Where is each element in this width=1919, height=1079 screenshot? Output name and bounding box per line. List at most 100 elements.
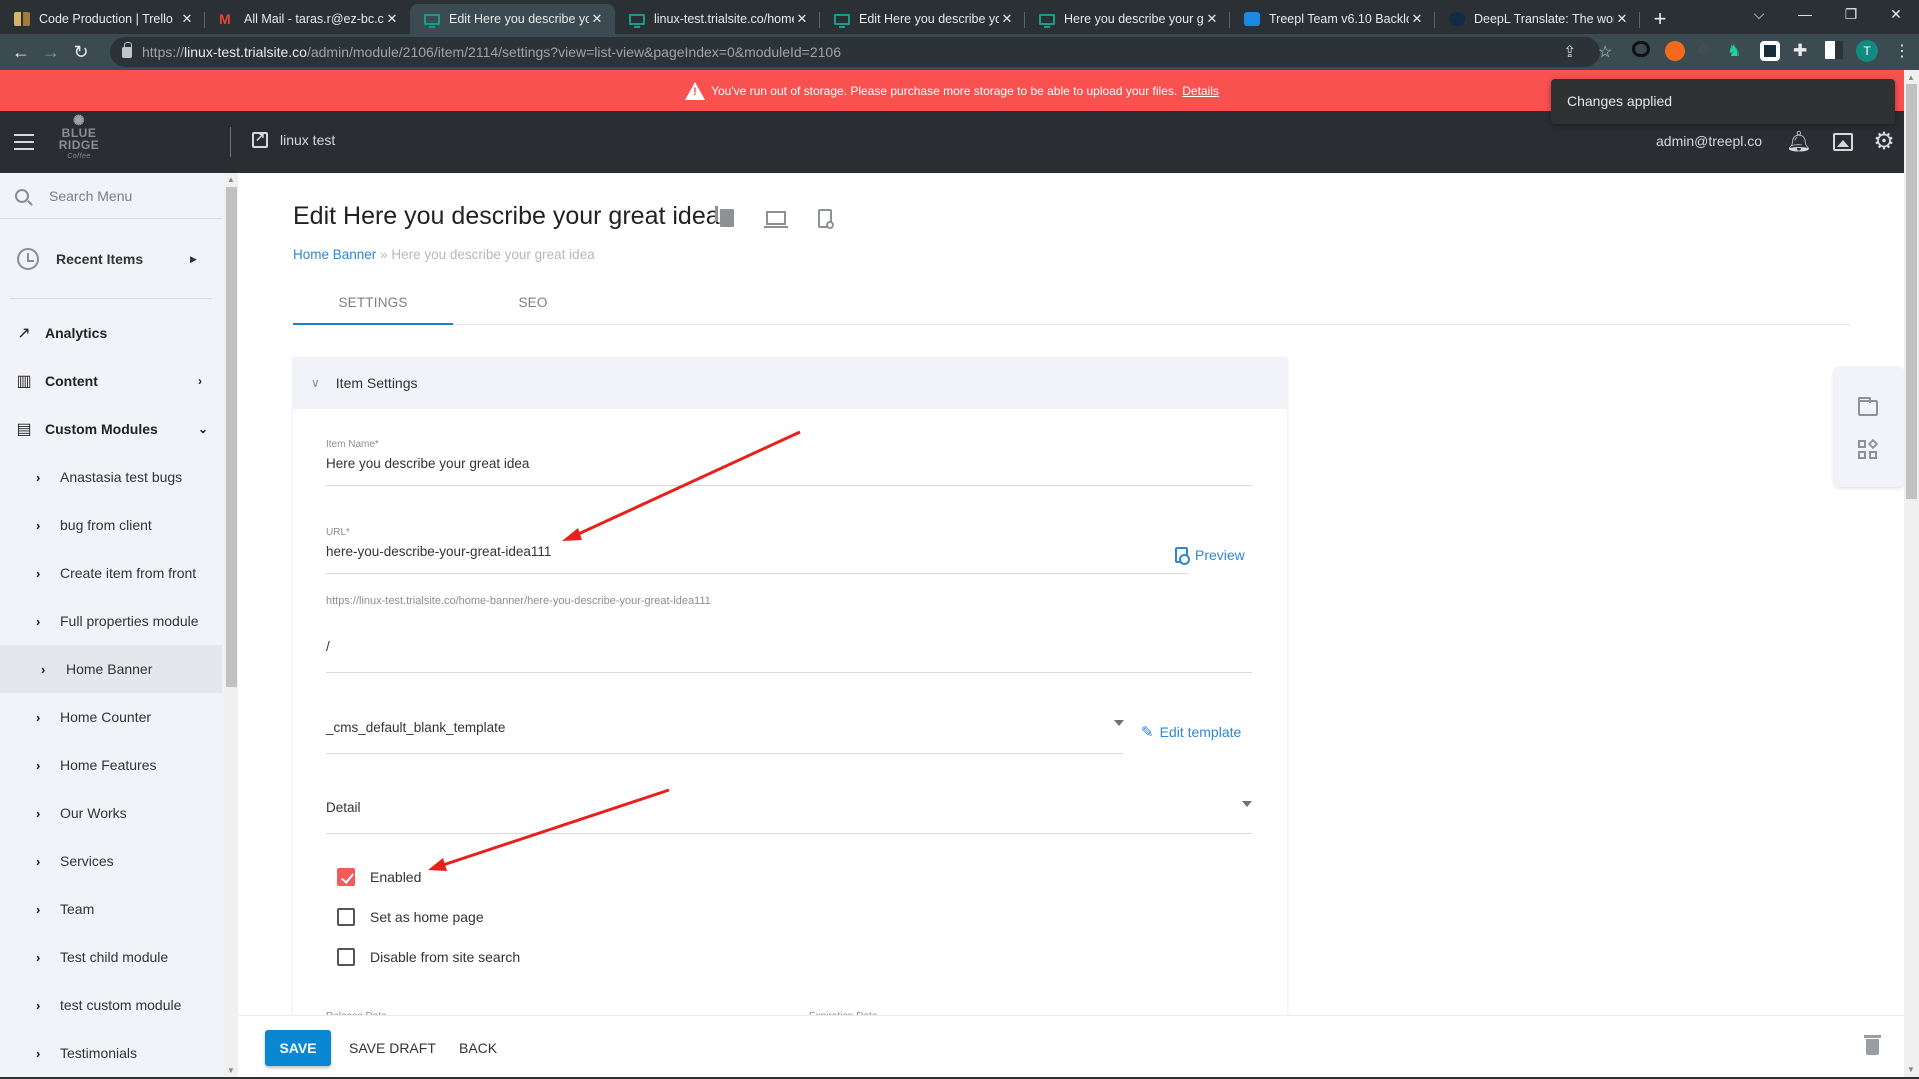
- new-tab-button[interactable]: +: [1640, 4, 1680, 34]
- scroll-down-icon[interactable]: ▼: [1907, 1065, 1915, 1074]
- back-button[interactable]: BACK: [459, 1030, 497, 1066]
- back-arrow-icon[interactable]: ←: [6, 42, 36, 63]
- browser-tab[interactable]: Treepl Team v6.10 Backlog ✕: [1230, 4, 1435, 34]
- browser-tab[interactable]: M All Mail - taras.r@ez-bc.com ✕: [205, 4, 410, 34]
- sidebar-item-content[interactable]: ▥ Content ›: [0, 357, 222, 405]
- sidebar-item-custom-modules[interactable]: ▤ Custom Modules ⌄: [0, 405, 222, 453]
- sidebar-item-recent-items[interactable]: Recent Items ▶: [0, 221, 222, 297]
- edit-template-link[interactable]: ✎ Edit template: [1141, 723, 1241, 741]
- tab-settings[interactable]: SETTINGS: [293, 283, 453, 325]
- parent-path-field[interactable]: /: [326, 633, 1252, 673]
- edit-content-icon[interactable]: [764, 207, 788, 231]
- sidebar-module-item[interactable]: › test custom module: [0, 981, 222, 1029]
- close-icon[interactable]: ✕: [1409, 11, 1425, 27]
- close-icon[interactable]: ✕: [1204, 11, 1220, 27]
- close-icon[interactable]: ✕: [999, 11, 1015, 27]
- layout-select[interactable]: Detail: [326, 794, 1252, 834]
- user-email[interactable]: admin@treepl.co: [1656, 133, 1762, 149]
- image-icon[interactable]: [1830, 129, 1856, 155]
- close-window-button[interactable]: ✕: [1873, 0, 1919, 30]
- sidebar-module-item[interactable]: › Our Works: [0, 789, 222, 837]
- logo[interactable]: ✺ BLUE RIDGE Coffee: [58, 113, 100, 171]
- home-page-checkbox-row[interactable]: Set as home page: [337, 908, 484, 926]
- sidebar-scrollbar-thumb[interactable]: [226, 187, 237, 687]
- close-icon[interactable]: ✕: [384, 11, 400, 27]
- set-home-page-checkbox[interactable]: [337, 908, 355, 926]
- share-icon[interactable]: ⇪: [1563, 42, 1576, 62]
- trash-icon[interactable]: [1864, 1035, 1881, 1055]
- copy-icon[interactable]: [714, 206, 738, 231]
- side-panel-icon[interactable]: [1825, 41, 1843, 59]
- item-name-field[interactable]: Item Name* Here you describe your great …: [326, 439, 1252, 486]
- url-field[interactable]: URL* here-you-describe-your-great-idea11…: [326, 527, 1188, 574]
- close-icon[interactable]: ✕: [794, 11, 810, 27]
- sidebar-module-item[interactable]: › Home Features: [0, 741, 222, 789]
- profile-avatar[interactable]: T: [1856, 40, 1878, 62]
- item-name-input[interactable]: Here you describe your great idea: [326, 456, 1252, 471]
- gear-icon[interactable]: ⚙: [1871, 129, 1897, 155]
- close-icon[interactable]: ✕: [1614, 11, 1630, 27]
- address-bar[interactable]: https://linux-test.trialsite.co/admin/mo…: [110, 37, 1612, 67]
- hamburger-menu-icon[interactable]: [14, 134, 34, 150]
- close-icon[interactable]: ✕: [589, 11, 605, 27]
- scroll-up-icon[interactable]: ▲: [227, 175, 235, 184]
- enabled-checkbox-row[interactable]: Enabled: [337, 868, 421, 886]
- extension-icon[interactable]: [1632, 41, 1650, 57]
- layout-value[interactable]: Detail: [326, 800, 1252, 815]
- sidebar-module-item[interactable]: › Full properties module: [0, 597, 222, 645]
- sidebar-module-item[interactable]: › Create item from front: [0, 549, 222, 597]
- sidebar-module-item[interactable]: › Testimonials: [0, 1029, 222, 1077]
- browser-tab[interactable]: linux-test.trialsite.co/home-banner ✕: [615, 4, 820, 34]
- preview-link[interactable]: Preview: [1175, 547, 1245, 565]
- sidebar-scrollbar[interactable]: ▲ ▼: [224, 173, 238, 1079]
- browser-tab[interactable]: Code Production | Trello ✕: [0, 4, 205, 34]
- dropdown-arrow-icon[interactable]: [1242, 801, 1252, 807]
- star-icon[interactable]: ☆: [1598, 42, 1612, 62]
- scroll-up-icon[interactable]: ▲: [1907, 73, 1915, 82]
- url-input[interactable]: here-you-describe-your-great-idea111: [326, 544, 1188, 559]
- sidebar-module-item-active[interactable]: › Home Banner: [0, 645, 222, 693]
- sidebar-item-analytics[interactable]: ↗ Analytics: [0, 309, 222, 357]
- forward-arrow-icon[interactable]: →: [36, 42, 66, 63]
- browser-tab-active[interactable]: Edit Here you describe your great idea ✕: [410, 4, 615, 34]
- extension-icon[interactable]: [1665, 41, 1685, 61]
- breadcrumb-parent-link[interactable]: Home Banner: [293, 247, 376, 262]
- browser-tab[interactable]: Edit Here you describe your great idea ✕: [820, 4, 1025, 34]
- close-icon[interactable]: ✕: [179, 11, 195, 27]
- reload-icon[interactable]: ↻: [66, 42, 96, 63]
- browser-tab[interactable]: DeepL Translate: The world's most accura…: [1435, 4, 1640, 34]
- tab-search-icon[interactable]: ⌵: [1736, 0, 1782, 30]
- folder-icon[interactable]: [1858, 397, 1880, 420]
- browser-menu-icon[interactable]: ⋮: [1894, 41, 1910, 61]
- extension-icon[interactable]: [1760, 41, 1780, 61]
- item-settings-header[interactable]: ∨ Item Settings: [293, 357, 1287, 409]
- dropdown-arrow-icon[interactable]: [1114, 720, 1124, 726]
- disable-site-search-checkbox[interactable]: [337, 948, 355, 966]
- scroll-down-icon[interactable]: ▼: [227, 1066, 235, 1075]
- save-draft-button[interactable]: SAVE DRAFT: [349, 1030, 436, 1066]
- sidebar-module-item[interactable]: › Team: [0, 885, 222, 933]
- enabled-checkbox[interactable]: [337, 868, 355, 886]
- sidebar-module-item[interactable]: › Test child module: [0, 933, 222, 981]
- save-button[interactable]: SAVE: [265, 1030, 331, 1066]
- parent-path-value[interactable]: /: [326, 639, 1252, 654]
- widgets-icon[interactable]: [1858, 438, 1880, 460]
- sidebar-module-item[interactable]: › Home Counter: [0, 693, 222, 741]
- sidebar-module-item[interactable]: › Anastasia test bugs: [0, 453, 222, 501]
- banner-details-link[interactable]: Details: [1182, 84, 1219, 98]
- browser-tab[interactable]: Here you describe your great idea ✕: [1025, 4, 1230, 34]
- site-link[interactable]: linux test: [252, 130, 335, 148]
- bell-icon[interactable]: 🔔︎: [1786, 129, 1812, 155]
- template-value[interactable]: _cms_default_blank_template: [326, 720, 1123, 735]
- tab-seo[interactable]: SEO: [453, 283, 613, 325]
- page-scrollbar[interactable]: ▲ ▼: [1904, 70, 1919, 1079]
- disable-search-checkbox-row[interactable]: Disable from site search: [337, 948, 520, 966]
- extension-icon[interactable]: ♲: [1697, 41, 1717, 61]
- search-menu-input[interactable]: [49, 187, 209, 204]
- extensions-puzzle-icon[interactable]: ✚: [1793, 41, 1813, 61]
- page-scrollbar-thumb[interactable]: [1906, 84, 1917, 499]
- restore-button[interactable]: ❐: [1828, 0, 1874, 30]
- sidebar-module-item[interactable]: › bug from client: [0, 501, 222, 549]
- minimize-button[interactable]: —: [1782, 0, 1828, 30]
- extension-icon[interactable]: ♞: [1727, 41, 1747, 61]
